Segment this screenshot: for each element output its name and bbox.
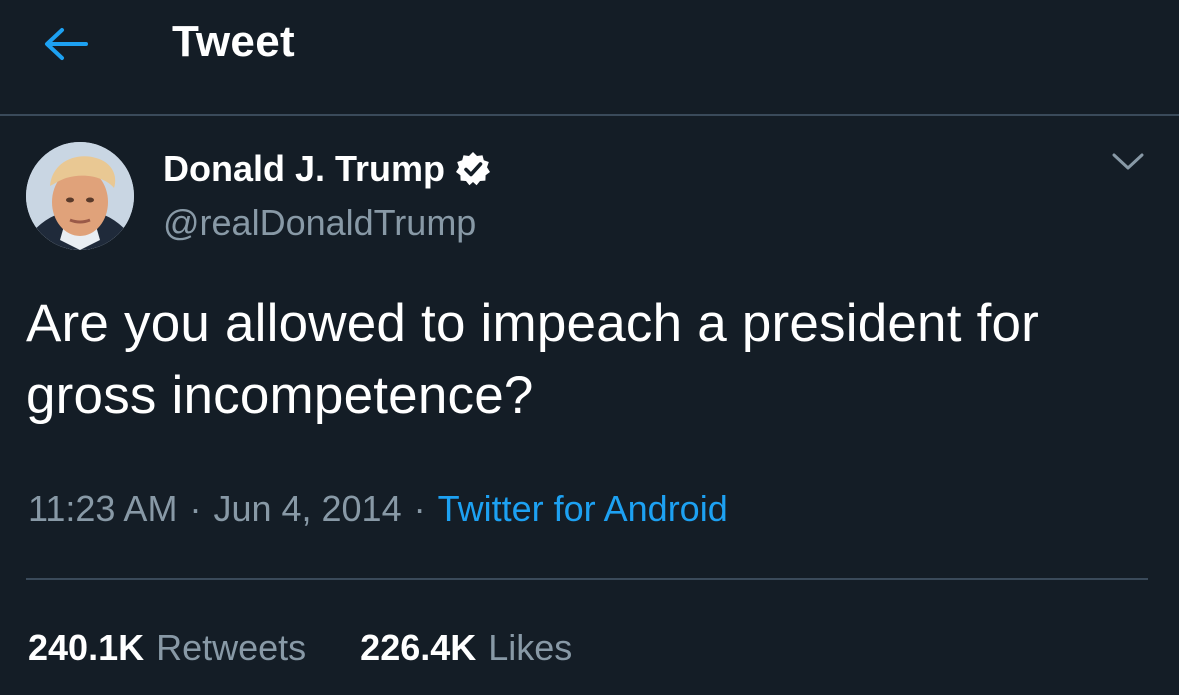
tweet-stats: 240.1K Retweets 226.4K Likes	[28, 625, 626, 671]
chevron-down-icon	[1112, 153, 1144, 170]
top-bar: Tweet	[0, 0, 1179, 114]
meta-divider	[26, 578, 1148, 580]
tweet-date: Jun 4, 2014	[213, 488, 402, 529]
back-button[interactable]	[40, 22, 90, 66]
avatar[interactable]	[26, 142, 134, 250]
tweet-time: 11:23 AM	[28, 488, 178, 529]
header-divider	[0, 114, 1179, 116]
meta-separator: ·	[413, 488, 426, 529]
verified-badge-icon	[455, 151, 491, 187]
arrow-left-icon	[45, 28, 88, 60]
author-name-row[interactable]: Donald J. Trump	[163, 146, 491, 192]
tweet-text: Are you allowed to impeach a president f…	[26, 294, 1040, 425]
likes-stat[interactable]: 226.4K Likes	[360, 625, 572, 671]
likes-label: Likes	[488, 627, 573, 668]
likes-count: 226.4K	[360, 627, 477, 668]
author-name: Donald J. Trump	[163, 148, 446, 189]
tweet-source-link[interactable]: Twitter for Android	[438, 488, 728, 529]
retweets-count: 240.1K	[28, 627, 145, 668]
tweet-menu-button[interactable]	[1108, 146, 1148, 178]
tweet-meta: 11:23 AM · Jun 4, 2014 · Twitter for Android	[28, 486, 728, 532]
page-title: Tweet	[172, 17, 295, 66]
tweet-detail-screen: Tweet Donald J. Trump @realDonaldTrump A…	[0, 0, 1179, 695]
retweets-stat[interactable]: 240.1K Retweets	[28, 625, 306, 671]
author-handle[interactable]: @realDonaldTrump	[163, 200, 476, 246]
meta-separator: ·	[189, 488, 202, 529]
avatar-portrait	[26, 142, 134, 250]
retweets-label: Retweets	[156, 627, 307, 668]
